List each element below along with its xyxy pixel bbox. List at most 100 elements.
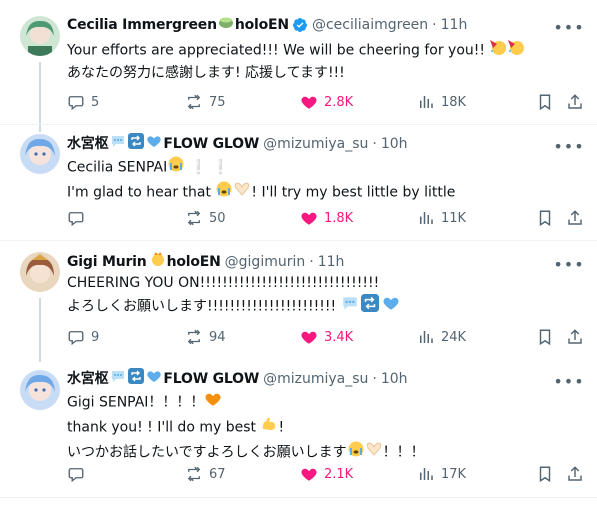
- retweet-button[interactable]: 50: [185, 208, 226, 228]
- reply-button[interactable]: [67, 208, 91, 228]
- like-button[interactable]: 1.8K: [300, 208, 353, 228]
- separator: ·: [432, 17, 437, 33]
- tweet-line: いつかお話したいですよろしくお願いします: [67, 444, 347, 461]
- reply-icon: [68, 96, 84, 111]
- like-button[interactable]: 2.8K: [300, 92, 353, 112]
- handle[interactable]: @ceciliaimgreen: [312, 15, 428, 35]
- display-name[interactable]: Gigi Murin: [67, 252, 147, 272]
- share-icon: [568, 210, 582, 225]
- share-icon: [568, 466, 582, 481]
- reply-button[interactable]: 9: [67, 327, 99, 347]
- timestamp[interactable]: 11h: [318, 252, 345, 272]
- speech-bubble-emoji-icon: [110, 368, 126, 390]
- views-count: 11K: [441, 210, 467, 226]
- tweet-text: Cecilia SENPAI ❕ ❕ I'm glad to hear that…: [67, 155, 455, 205]
- bookmark-button[interactable]: [536, 208, 554, 228]
- exclamation-marks: ❕ ❕: [185, 159, 230, 176]
- avatar[interactable]: [20, 370, 60, 410]
- views-button[interactable]: 17K: [417, 464, 466, 484]
- separator: ·: [372, 371, 377, 387]
- bookmark-icon: [539, 94, 551, 111]
- share-icon: [568, 329, 582, 344]
- tweet-text: CHEERING YOU ON!!!!!!!!!!!!!!!!!!!!!!!!!…: [67, 273, 400, 319]
- heart-icon: [301, 212, 317, 225]
- timestamp[interactable]: 10h: [381, 369, 408, 389]
- views-button[interactable]: 11K: [417, 208, 466, 228]
- avatar[interactable]: [20, 252, 60, 292]
- retweet-button[interactable]: 94: [185, 327, 226, 347]
- retweet-count: 75: [209, 94, 226, 110]
- more-icon[interactable]: •••: [553, 371, 583, 391]
- handle[interactable]: @mizumiya_su: [263, 134, 368, 154]
- more-icon[interactable]: •••: [553, 136, 583, 156]
- party-face-emoji-icon: [489, 38, 507, 63]
- bookmark-icon: [539, 466, 551, 483]
- tweet-line: よろしくお願いします!!!!!!!!!!!!!!!!!!!!!!!: [67, 298, 337, 315]
- retweet-count: 67: [209, 466, 226, 482]
- reply-icon: [68, 468, 84, 483]
- display-name[interactable]: Cecilia Immergreen: [67, 15, 217, 35]
- avatar[interactable]: [20, 134, 60, 174]
- action-bar: 5 75 2.8K 18K: [0, 92, 597, 112]
- views-icon: [420, 468, 433, 480]
- more-icon[interactable]: •••: [553, 17, 583, 37]
- share-button[interactable]: [566, 92, 584, 112]
- repeat-emoji-icon: [128, 133, 145, 155]
- tweet-line: !: [278, 419, 285, 436]
- display-name-suffix[interactable]: holoEN: [167, 252, 221, 272]
- share-button[interactable]: [566, 464, 584, 484]
- divider: [0, 497, 597, 498]
- display-name[interactable]: 水宮枢: [67, 369, 109, 389]
- reply-button[interactable]: 5: [67, 92, 99, 112]
- tweet-line: Cecilia SENPAI: [67, 159, 168, 176]
- verified-icon: [292, 18, 307, 32]
- retweet-button[interactable]: 67: [185, 464, 226, 484]
- display-name[interactable]: 水宮枢: [67, 134, 109, 154]
- tweet-text: Gigi SENPAI！！！！ thank you! ! I'll do my …: [67, 390, 425, 465]
- views-button[interactable]: 24K: [417, 327, 466, 347]
- views-count: 18K: [441, 94, 467, 110]
- avatar[interactable]: [20, 16, 60, 56]
- like-count: 2.1K: [324, 466, 354, 482]
- timestamp[interactable]: 11h: [441, 15, 468, 35]
- crying-face-emoji-icon: [347, 440, 365, 465]
- tweet-header: 水宮枢 FLOW GLOW @mizumiya_su · 10h: [67, 368, 408, 390]
- views-count: 24K: [441, 329, 467, 345]
- repeat-emoji-icon: [360, 294, 379, 319]
- display-name-suffix[interactable]: FLOW GLOW: [163, 369, 259, 389]
- retweet-icon: [187, 329, 201, 345]
- reply-button[interactable]: [67, 464, 91, 484]
- like-button[interactable]: 2.1K: [300, 464, 353, 484]
- bookmark-icon: [539, 210, 551, 227]
- tweet-line: I'm glad to hear that: [67, 184, 211, 201]
- blue-heart-emoji-icon: [146, 368, 162, 390]
- views-button[interactable]: 18K: [417, 92, 466, 112]
- handle[interactable]: @mizumiya_su: [263, 369, 368, 389]
- timestamp[interactable]: 10h: [381, 134, 408, 154]
- tweet-header: Cecilia Immergreen holoEN @ceciliaimgree…: [67, 15, 467, 35]
- like-button[interactable]: 3.4K: [300, 327, 353, 347]
- crying-face-emoji-icon: [215, 180, 233, 205]
- reply-icon: [68, 331, 84, 346]
- separator: ·: [372, 136, 377, 152]
- tweet-text: Your efforts are appreciated!!! We will …: [67, 38, 525, 84]
- bookmark-button[interactable]: [536, 327, 554, 347]
- tweet-line: Gigi SENPAI！！！！: [67, 394, 205, 411]
- flexed-biceps-emoji-icon: [260, 415, 278, 440]
- bookmark-button[interactable]: [536, 92, 554, 112]
- party-face-emoji-icon: [507, 38, 525, 63]
- share-button[interactable]: [566, 327, 584, 347]
- blue-heart-emoji-icon: [146, 133, 162, 155]
- handle[interactable]: @gigimurin: [225, 252, 306, 272]
- display-name-suffix[interactable]: FLOW GLOW: [163, 134, 259, 154]
- retweet-button[interactable]: 75: [185, 92, 226, 112]
- display-name-suffix[interactable]: holoEN: [235, 15, 289, 35]
- more-icon[interactable]: •••: [553, 254, 583, 274]
- action-bar: 50 1.8K 11K: [0, 208, 597, 228]
- reply-icon: [68, 212, 84, 227]
- tweet-line: ! I'll try my best little by little: [251, 184, 456, 201]
- retweet-count: 94: [209, 329, 226, 345]
- tweet-line: CHEERING YOU ON!!!!!!!!!!!!!!!!!!!!!!!!!…: [67, 275, 380, 291]
- share-button[interactable]: [566, 208, 584, 228]
- bookmark-button[interactable]: [536, 464, 554, 484]
